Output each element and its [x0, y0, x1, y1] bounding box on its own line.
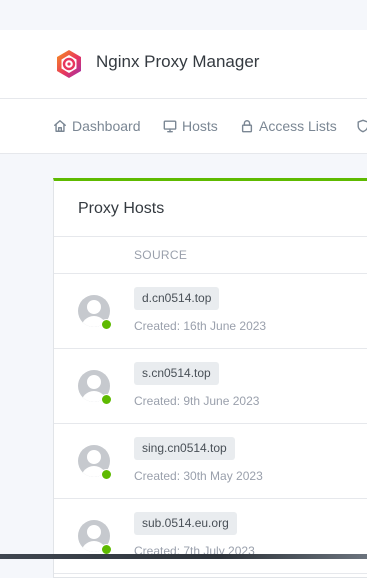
domain-name-tag[interactable]: sub.0514.eu.org — [134, 512, 237, 535]
home-icon — [54, 120, 66, 132]
avatar-head — [87, 525, 101, 539]
avatar-head — [87, 300, 101, 314]
main-nav: Dashboard Hosts Access Lists — [0, 99, 367, 154]
taskbar-strip — [0, 554, 367, 559]
nginx-proxy-manager-logo[interactable] — [54, 49, 84, 79]
avatar-head — [87, 450, 101, 464]
nav-item-dashboard[interactable]: Dashboard — [53, 117, 141, 135]
nav-item-label: Dashboard — [72, 118, 141, 134]
status-online-indicator — [101, 394, 112, 405]
nav-item-hosts[interactable]: Hosts — [163, 117, 218, 135]
card-divider — [54, 236, 367, 237]
card-title: Proxy Hosts — [78, 200, 165, 217]
created-date: Created: 16th June 2023 — [134, 319, 267, 333]
nav-item-access-lists[interactable]: Access Lists — [240, 117, 337, 135]
status-online-indicator — [101, 319, 112, 330]
top-band — [0, 0, 367, 30]
nav-item-ssl[interactable] — [356, 117, 367, 135]
shield-icon — [357, 119, 367, 133]
monitor-icon — [163, 120, 177, 133]
app-title: Nginx Proxy Manager — [96, 52, 260, 71]
created-date: Created: 30th May 2023 — [134, 469, 263, 483]
lock-icon — [241, 120, 253, 133]
table-row[interactable]: d.cn0514.top Created: 16th June 2023 — [54, 274, 367, 349]
avatar-head — [87, 375, 101, 389]
status-online-indicator — [101, 469, 112, 480]
nav-item-label: Access Lists — [259, 118, 337, 134]
column-header-source[interactable]: SOURCE — [134, 248, 187, 262]
created-date: Created: 9th June 2023 — [134, 394, 260, 408]
app-header: Nginx Proxy Manager — [0, 30, 367, 99]
table-row[interactable]: sing.cn0514.top Created: 30th May 2023 — [54, 424, 367, 499]
nav-item-label: Hosts — [182, 118, 218, 134]
table-row[interactable]: sub.0514.eu.org Created: 7th July 2023 — [54, 499, 367, 574]
domain-name-tag[interactable]: d.cn0514.top — [134, 287, 220, 310]
domain-name-tag[interactable]: sing.cn0514.top — [134, 437, 235, 460]
table-row[interactable]: s.cn0514.top Created: 9th June 2023 — [54, 349, 367, 424]
proxy-hosts-card: Proxy Hosts SOURCE d.cn0514.top Created:… — [53, 178, 367, 578]
domain-name-tag[interactable]: s.cn0514.top — [134, 362, 219, 385]
